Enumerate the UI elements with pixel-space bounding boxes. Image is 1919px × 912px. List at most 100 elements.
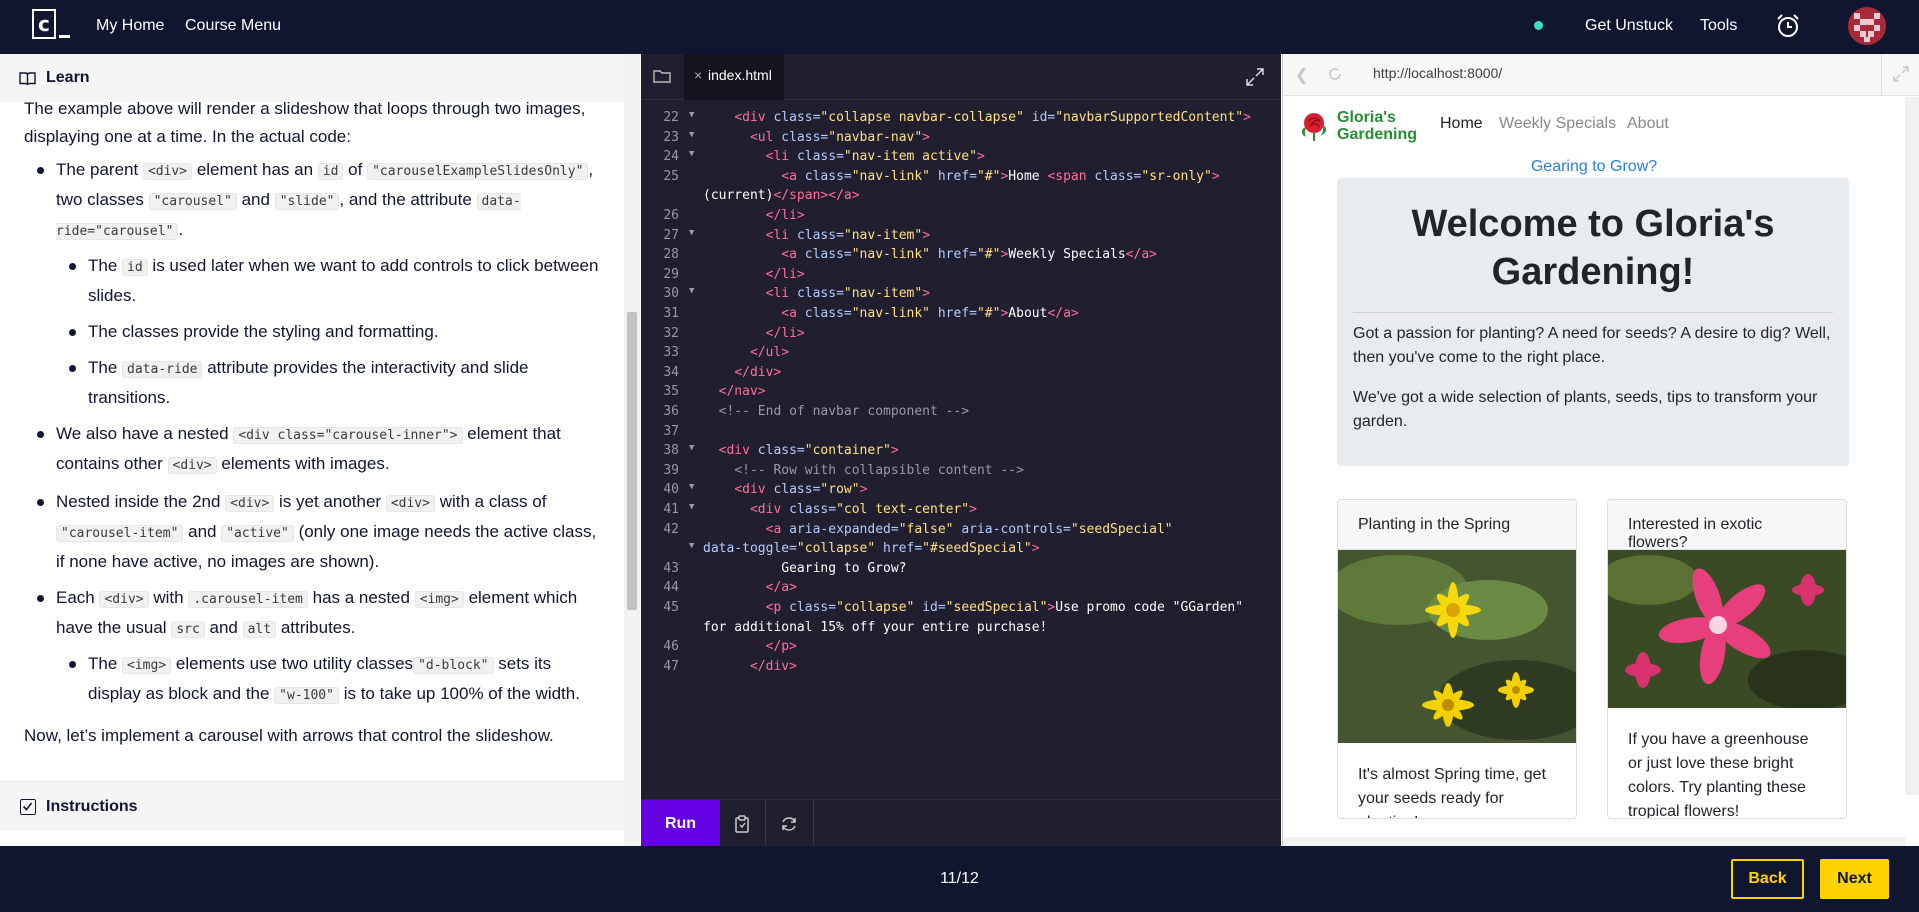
fold-arrow-icon[interactable]: ▼ bbox=[689, 502, 694, 512]
jumbotron-title: Welcome to Gloria's Gardening! bbox=[1411, 203, 1775, 293]
code-line[interactable]: 45 <p class="collapse" id="seedSpecial">… bbox=[641, 600, 1281, 620]
intro-paragraph: The example above will render a slidesho… bbox=[24, 102, 586, 146]
code-text: </li> bbox=[765, 325, 805, 341]
close-icon[interactable]: × bbox=[694, 67, 702, 83]
line-number: 46 bbox=[663, 639, 679, 655]
get-unstuck-button[interactable]: Get Unstuck bbox=[1585, 17, 1673, 35]
line-number: 27 bbox=[663, 227, 679, 243]
code-text: </div> bbox=[734, 364, 782, 380]
code-text: (current)</span></a> bbox=[703, 188, 860, 204]
site-brand[interactable]: Gloria's Gardening bbox=[1297, 109, 1417, 143]
jumbotron-paragraph-2: We've got a wide selection of plants, se… bbox=[1353, 389, 1818, 430]
line-number: 41 bbox=[663, 502, 679, 517]
course-menu-link[interactable]: Course Menu bbox=[185, 17, 281, 35]
code-text: </li> bbox=[765, 208, 805, 223]
line-number: 31 bbox=[663, 306, 679, 321]
code-area[interactable]: 22 ▼ <div class="collapse navbar-collapse… bbox=[641, 110, 1281, 786]
next-button[interactable]: Next bbox=[1820, 859, 1889, 899]
code-text: <a class="nav-link" href="#">Home <span … bbox=[781, 168, 1220, 184]
back-arrow-icon[interactable]: ❮ bbox=[1295, 65, 1308, 85]
code-line[interactable]: 39 <!-- Row with collapsible content --> bbox=[641, 463, 1281, 483]
list-item: The data-ride attribute provides the int… bbox=[69, 354, 600, 412]
fold-arrow-icon[interactable]: ▼ bbox=[689, 443, 694, 453]
list-item: Nested inside the 2nd <div> is yet anoth… bbox=[37, 488, 600, 576]
book-icon bbox=[19, 71, 36, 85]
code-line[interactable]: 40 ▼ <div class="row"> bbox=[641, 482, 1281, 502]
rose-logo-icon bbox=[1302, 113, 1327, 141]
line-number: 43 bbox=[663, 560, 679, 576]
browser-url-bar: ❮ http://localhost:8000/ bbox=[1283, 54, 1919, 96]
code-line[interactable]: 44 </a> bbox=[641, 580, 1281, 600]
fold-arrow-icon[interactable]: ▼ bbox=[689, 130, 694, 140]
my-home-link[interactable]: My Home bbox=[96, 17, 164, 35]
code-line[interactable]: 37 bbox=[641, 424, 1281, 444]
url-field[interactable]: http://localhost:8000/ bbox=[1373, 65, 1502, 81]
line-number: 35 bbox=[663, 384, 679, 400]
code-line[interactable]: 36 <!-- End of navbar component --> bbox=[641, 404, 1281, 424]
code-text: <div class="collapse navbar-collapse" id… bbox=[734, 110, 1251, 125]
code-line[interactable]: ▼ data-toggle="collapse" href="#seedSpeci… bbox=[641, 541, 1281, 561]
code-line[interactable]: 46 </p> bbox=[641, 639, 1281, 659]
expand-icon[interactable] bbox=[1246, 68, 1264, 86]
code-line[interactable]: 27 ▼ <li class="nav-item"> bbox=[641, 228, 1281, 248]
fold-arrow-icon[interactable]: ▼ bbox=[689, 286, 694, 296]
code-line[interactable]: 32 </li> bbox=[641, 326, 1281, 346]
lesson-scrollbar-thumb[interactable] bbox=[627, 312, 637, 610]
code-line[interactable]: 31 <a class="nav-link" href="#">About</a… bbox=[641, 306, 1281, 326]
code-line[interactable]: 43 Gearing to Grow? bbox=[641, 561, 1281, 581]
gearing-to-grow-link[interactable]: Gearing to Grow? bbox=[1283, 158, 1905, 176]
folder-icon[interactable] bbox=[653, 68, 671, 84]
code-text: <a class="nav-link" href="#">Weekly Spec… bbox=[781, 247, 1158, 263]
code-line[interactable]: 38 ▼ <div class="container"> bbox=[641, 443, 1281, 463]
fold-arrow-icon[interactable]: ▼ bbox=[689, 228, 694, 238]
tab-index-html[interactable]: × index.html bbox=[684, 54, 784, 100]
code-line[interactable]: 26 </li> bbox=[641, 208, 1281, 228]
instructions-header[interactable]: Instructions bbox=[0, 781, 624, 831]
code-text: <div class="container"> bbox=[718, 443, 899, 459]
code-line[interactable]: 22 ▼ <div class="collapse navbar-collapse… bbox=[641, 110, 1281, 130]
code-line[interactable]: 41 ▼ <div class="col text-center"> bbox=[641, 502, 1281, 522]
fold-arrow-icon[interactable]: ▼ bbox=[689, 541, 694, 551]
code-line[interactable]: 25 <a class="nav-link" href="#">Home <sp… bbox=[641, 169, 1281, 189]
nested-list: The id is used later when we want to add… bbox=[69, 252, 600, 412]
preview-vertical-scrollbar[interactable] bbox=[1905, 97, 1919, 795]
refresh-icon[interactable] bbox=[779, 814, 799, 834]
nav-weekly-specials-link[interactable]: Weekly Specials bbox=[1499, 115, 1616, 133]
code-line[interactable]: 23 ▼ <ul class="navbar-nav"> bbox=[641, 130, 1281, 150]
code-line[interactable]: 30 ▼ <li class="nav-item"> bbox=[641, 286, 1281, 306]
user-avatar[interactable] bbox=[1848, 7, 1886, 45]
nav-about-link[interactable]: About bbox=[1627, 115, 1669, 133]
codecademy-logo[interactable]: c bbox=[32, 9, 72, 42]
back-button[interactable]: Back bbox=[1731, 859, 1804, 899]
code-line[interactable]: for additional 15% off your entire purch… bbox=[641, 620, 1281, 640]
code-line[interactable]: (current)</span></a> bbox=[641, 188, 1281, 208]
lesson-panel: Learn The example above will render a sl… bbox=[0, 54, 640, 846]
code-text: <div class="row"> bbox=[734, 482, 868, 498]
reload-icon[interactable] bbox=[1327, 66, 1343, 82]
outro-paragraph: Now, let’s implement a carousel with arr… bbox=[24, 726, 554, 745]
code-editor-panel: × index.html 22 ▼ <div class="collapse na… bbox=[641, 54, 1281, 848]
fold-arrow-icon[interactable]: ▼ bbox=[689, 149, 694, 159]
clipboard-icon[interactable] bbox=[732, 814, 752, 834]
code-line[interactable]: 42 <a aria-expanded="false" aria-control… bbox=[641, 522, 1281, 542]
fold-arrow-icon[interactable]: ▼ bbox=[689, 482, 694, 492]
run-button[interactable]: Run bbox=[641, 800, 720, 848]
code-text: Gearing to Grow? bbox=[703, 560, 907, 576]
line-number: 32 bbox=[663, 325, 679, 341]
lesson-content: The example above will render a slidesho… bbox=[0, 102, 624, 830]
nav-home-link[interactable]: Home bbox=[1440, 115, 1483, 133]
code-line[interactable]: 28 <a class="nav-link" href="#">Weekly S… bbox=[641, 247, 1281, 267]
alarm-clock-icon[interactable] bbox=[1775, 13, 1801, 39]
code-line[interactable]: 33 </ul> bbox=[641, 345, 1281, 365]
learn-header: Learn bbox=[0, 54, 624, 102]
tools-button[interactable]: Tools bbox=[1700, 17, 1737, 35]
code-text: <li class="nav-item active"> bbox=[765, 149, 985, 165]
card-exotic: Interested in exotic flowers? If you hav… bbox=[1607, 499, 1847, 819]
code-line[interactable]: 35 </nav> bbox=[641, 384, 1281, 404]
fold-arrow-icon[interactable]: ▼ bbox=[689, 110, 694, 120]
code-line[interactable]: 29 </li> bbox=[641, 267, 1281, 287]
code-line[interactable]: 34 </div> bbox=[641, 365, 1281, 385]
code-line[interactable]: 47 </div> bbox=[641, 659, 1281, 679]
expand-icon[interactable] bbox=[1893, 66, 1909, 82]
code-line[interactable]: 24 ▼ <li class="nav-item active"> bbox=[641, 149, 1281, 169]
